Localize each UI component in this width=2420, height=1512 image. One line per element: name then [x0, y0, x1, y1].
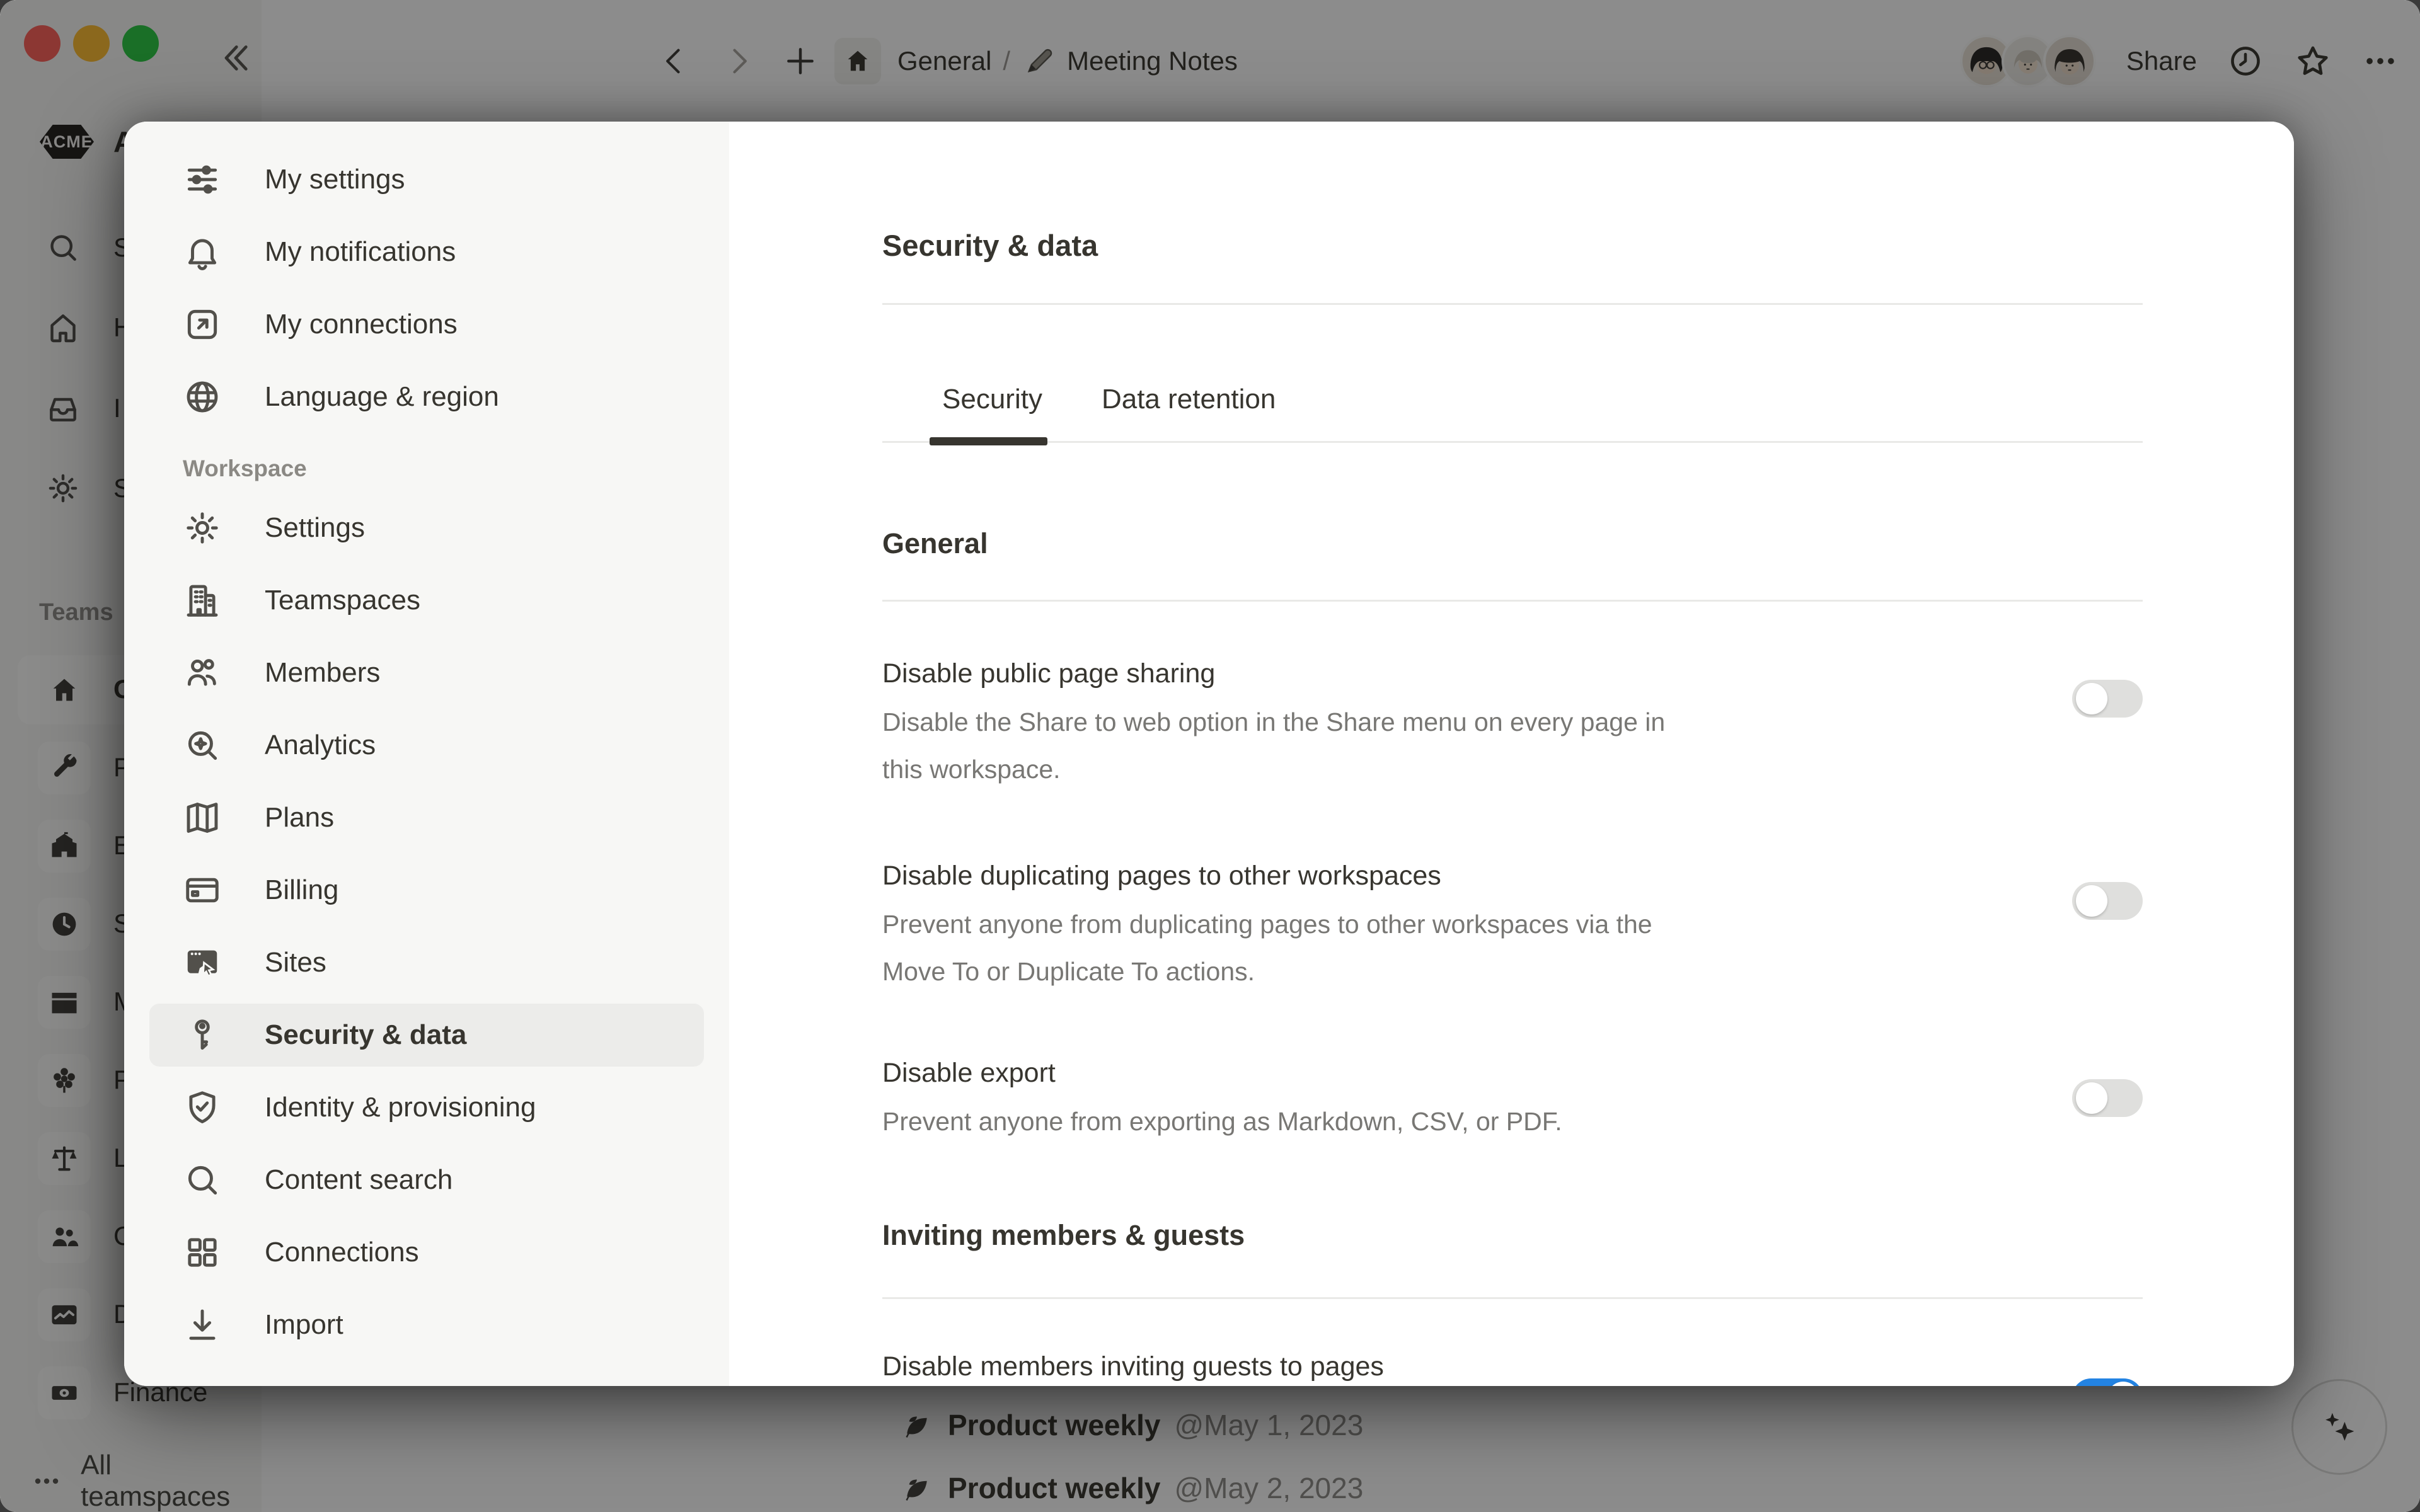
settings-page-title: Security & data: [882, 227, 2143, 264]
settings-nav-connections[interactable]: Connections: [149, 1221, 704, 1284]
members-icon: [183, 653, 222, 692]
grid-icon: [183, 1233, 222, 1272]
settings-nav-security-data[interactable]: Security & data: [149, 1004, 704, 1067]
settings-nav-plans[interactable]: Plans: [149, 786, 704, 849]
setting-row-disable-export: Disable export Prevent anyone from expor…: [882, 1057, 2143, 1145]
toggle-disable-public-sharing[interactable]: [2072, 680, 2143, 718]
setting-title: Disable duplicating pages to other works…: [882, 859, 1683, 892]
key-icon: [183, 1016, 222, 1055]
import-arrow-icon: [183, 1305, 222, 1344]
section-heading-inviting: Inviting members & guests: [882, 1218, 2143, 1252]
setting-description: Prevent anyone from exporting as Markdow…: [882, 1098, 1562, 1145]
nav-label: My connections: [265, 309, 458, 340]
setting-title: Disable export: [882, 1057, 1562, 1089]
settings-modal: My settings My notifications My connecti…: [124, 122, 2294, 1386]
settings-nav-sites[interactable]: Sites: [149, 931, 704, 994]
nav-label: Security & data: [265, 1019, 466, 1051]
toggle-knob: [2076, 1082, 2107, 1114]
setting-description: Prevent anyone from duplicating pages to…: [882, 901, 1683, 995]
setting-description: Disable the Share to web option in the S…: [882, 699, 1683, 793]
settings-nav-teamspaces[interactable]: Teamspaces: [149, 569, 704, 632]
settings-nav-my-notifications[interactable]: My notifications: [149, 220, 704, 284]
nav-label: Sites: [265, 947, 326, 978]
screen: General / Meeting Notes: [0, 0, 2420, 1512]
nav-label: Content search: [265, 1164, 452, 1196]
bell-icon: [183, 232, 222, 272]
gear-icon: [183, 508, 222, 547]
settings-nav-my-settings[interactable]: My settings: [149, 148, 704, 211]
toggle-knob: [2076, 885, 2107, 917]
section-heading-general: General: [882, 527, 2143, 561]
nav-label: Settings: [265, 512, 365, 544]
settings-nav-identity-provisioning[interactable]: Identity & provisioning: [149, 1076, 704, 1139]
globe-icon: [183, 377, 222, 416]
toggle-disable-guest-invites[interactable]: [2072, 1378, 2143, 1386]
divider: [882, 1297, 2143, 1299]
toggle-knob: [2107, 1382, 2139, 1386]
settings-nav-import[interactable]: Import: [149, 1293, 704, 1356]
divider: [882, 303, 2143, 305]
settings-nav-billing[interactable]: Billing: [149, 859, 704, 922]
settings-nav-language-region[interactable]: Language & region: [149, 365, 704, 428]
search-sparkle-icon: [183, 726, 222, 765]
search-icon: [183, 1160, 222, 1200]
nav-label: Teamspaces: [265, 585, 420, 616]
setting-title: Disable members inviting guests to pages: [882, 1350, 1384, 1383]
browser-cursor-icon: [183, 943, 222, 982]
setting-title: Disable public page sharing: [882, 657, 1683, 690]
arrow-out-box-icon: [183, 305, 222, 344]
shield-check-icon: [183, 1088, 222, 1127]
nav-label: Import: [265, 1309, 343, 1341]
setting-row-disable-guest-invites: Disable members inviting guests to pages: [882, 1350, 2143, 1386]
nav-label: Analytics: [265, 730, 376, 761]
tab-data-retention[interactable]: Data retention: [1102, 383, 1276, 441]
nav-label: Billing: [265, 874, 338, 906]
tab-security[interactable]: Security: [942, 383, 1042, 441]
app-window: General / Meeting Notes: [0, 0, 2420, 1512]
nav-label: Connections: [265, 1237, 419, 1268]
nav-label: My settings: [265, 164, 405, 195]
nav-label: Plans: [265, 802, 334, 833]
settings-content: Security & data Security Data retention …: [729, 122, 2294, 1386]
toggle-disable-duplicating[interactable]: [2072, 882, 2143, 920]
nav-label: Language & region: [265, 381, 499, 413]
workspace-section-label: Workspace: [124, 455, 729, 483]
settings-nav-settings[interactable]: Settings: [149, 496, 704, 559]
toggle-knob: [2076, 683, 2107, 714]
nav-label: Identity & provisioning: [265, 1092, 536, 1123]
settings-nav-content-search[interactable]: Content search: [149, 1148, 704, 1211]
settings-sidebar: My settings My notifications My connecti…: [124, 122, 729, 1386]
toggle-disable-export[interactable]: [2072, 1079, 2143, 1117]
settings-nav-my-connections[interactable]: My connections: [149, 293, 704, 356]
setting-row-disable-duplicating: Disable duplicating pages to other works…: [882, 859, 2143, 995]
settings-nav-members[interactable]: Members: [149, 641, 704, 704]
tabs: Security Data retention: [882, 383, 2143, 443]
map-icon: [183, 798, 222, 837]
building-icon: [183, 581, 222, 620]
nav-label: Members: [265, 657, 380, 689]
sliders-icon: [183, 160, 222, 199]
divider: [882, 600, 2143, 602]
settings-nav-analytics[interactable]: Analytics: [149, 714, 704, 777]
setting-row-disable-public-sharing: Disable public page sharing Disable the …: [882, 657, 2143, 793]
credit-card-icon: [183, 871, 222, 910]
nav-label: My notifications: [265, 236, 456, 268]
